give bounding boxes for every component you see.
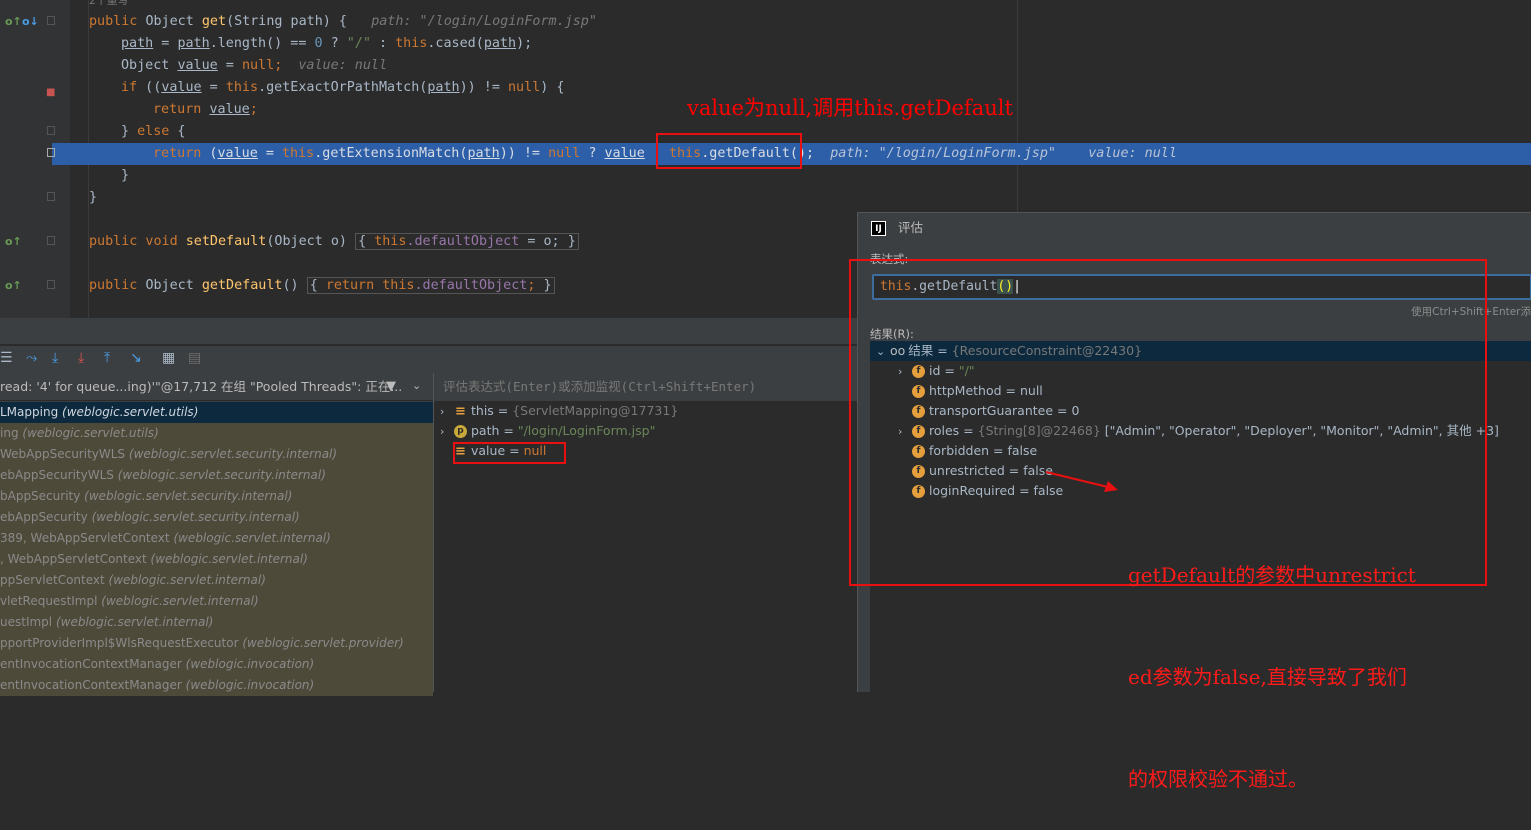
- parameter-icon: p: [454, 425, 467, 438]
- code-line-9: }: [89, 190, 98, 205]
- code-line-10: public void setDefault(Object o) { this.…: [89, 231, 579, 253]
- step-into-icon[interactable]: ⤓: [78, 350, 84, 366]
- annotation-line: 的权限校验不通过。: [1128, 767, 1308, 791]
- fold-toggle-icon[interactable]: [47, 280, 55, 289]
- fold-toggle-icon[interactable]: [47, 148, 55, 157]
- frame-item[interactable]: pportProviderImpl$WlsRequestExecutor (we…: [0, 633, 433, 654]
- code-line-2: path = path.length() == 0 ? "/" : this.c…: [121, 36, 533, 51]
- frame-item[interactable]: uestImpl (weblogic.servlet.internal): [0, 612, 433, 633]
- code-line-8: }: [121, 168, 130, 183]
- field-list-icon: ≡: [455, 404, 466, 419]
- override-marker-icon[interactable]: o↑: [5, 279, 22, 292]
- frame-item[interactable]: ppServletContext (weblogic.servlet.inter…: [0, 570, 433, 591]
- evaluate-expression-icon[interactable]: ▦: [162, 350, 175, 366]
- code-line-5: return value;: [153, 102, 258, 117]
- menu-icon[interactable]: ☰: [0, 350, 13, 366]
- frame-item[interactable]: WebAppSecurityWLS (weblogic.servlet.secu…: [0, 444, 433, 465]
- frame-item[interactable]: 389, WebAppServletContext (weblogic.serv…: [0, 528, 433, 549]
- frame-item[interactable]: bAppSecurity (weblogic.servlet.security.…: [0, 486, 433, 507]
- variable-row[interactable]: › p path = "/login/LoginForm.jsp": [440, 421, 655, 441]
- code-line-11: public Object getDefault() { return this…: [89, 275, 555, 297]
- watch-input[interactable]: 评估表达式(Enter)或添加监视(Ctrl+Shift+Enter): [434, 373, 859, 401]
- step-over-icon[interactable]: ⤓: [52, 350, 58, 366]
- highlight-box-value-null: [453, 442, 566, 464]
- fold-toggle-icon[interactable]: [47, 16, 55, 25]
- code-line-4: if ((value = this.getExactOrPathMatch(pa…: [121, 80, 565, 95]
- filter-icon[interactable]: ▼: [386, 379, 396, 394]
- frame-item[interactable]: ebAppSecurityWLS (weblogic.servlet.secur…: [0, 465, 433, 486]
- fold-toggle-icon[interactable]: [47, 236, 55, 245]
- override-marker-icon[interactable]: o↑: [5, 15, 22, 28]
- chevron-right-icon[interactable]: ›: [440, 402, 454, 422]
- dialog-title: 评估: [898, 220, 924, 235]
- annotation-line: ed参数为false,直接导致了我们: [1128, 665, 1407, 689]
- chevron-right-icon[interactable]: ›: [440, 422, 454, 442]
- override-marker-icon[interactable]: o↑: [5, 235, 22, 248]
- frame-item[interactable]: LMapping (weblogic.servlet.utils): [0, 402, 433, 423]
- trace-icon[interactable]: ▤: [188, 350, 201, 366]
- breakpoint-marker-icon[interactable]: ■: [46, 87, 55, 98]
- fold-toggle-icon[interactable]: [47, 126, 55, 135]
- thread-selector[interactable]: read: '4' for queue...ing)'"@17,712 在组 "…: [0, 373, 433, 401]
- variables-panel: 评估表达式(Enter)或添加监视(Ctrl+Shift+Enter) › ≡ th…: [433, 373, 859, 692]
- frame-item[interactable]: vletRequestImpl (weblogic.servlet.intern…: [0, 591, 433, 612]
- annotation-line: getDefault的参数中unrestrict: [1128, 563, 1416, 587]
- debugger-toolbar: [0, 345, 860, 373]
- code-line-3: Object value = null; value: null: [121, 58, 388, 73]
- code-line-1: public Object get(String path) { path: "…: [89, 14, 597, 29]
- variable-row[interactable]: › ≡ this = {ServletMapping@17731}: [440, 401, 678, 421]
- chevron-down-icon[interactable]: ⌄: [412, 379, 421, 392]
- show-execution-point-icon[interactable]: ⤳: [26, 350, 37, 366]
- fold-toggle-icon[interactable]: [47, 192, 55, 201]
- implementation-marker-icon[interactable]: o↓: [22, 15, 39, 28]
- frame-item[interactable]: ing (weblogic.servlet.utils): [0, 423, 433, 444]
- frame-item[interactable]: , WebAppServletContext (weblogic.servlet…: [0, 549, 433, 570]
- frame-item[interactable]: ebAppSecurity (weblogic.servlet.security…: [0, 507, 433, 528]
- frames-panel: read: '4' for queue...ing)'"@17,712 在组 "…: [0, 373, 433, 696]
- annotation-top: value为null,调用this.getDefault: [687, 96, 1013, 120]
- code-line-6: } else {: [121, 124, 186, 139]
- run-to-cursor-icon[interactable]: ↘: [130, 350, 142, 366]
- frame-item[interactable]: entInvocationContextManager (weblogic.in…: [0, 654, 433, 675]
- step-out-icon[interactable]: ⤒: [104, 350, 110, 366]
- annotation-bottom: getDefault的参数中unrestrict ed参数为false,直接导致…: [1128, 490, 1416, 830]
- frame-item[interactable]: entInvocationContextManager (weblogic.in…: [0, 675, 433, 696]
- highlight-box-getdefault: [656, 133, 802, 169]
- annotation-arrow-icon: [1045, 471, 1118, 492]
